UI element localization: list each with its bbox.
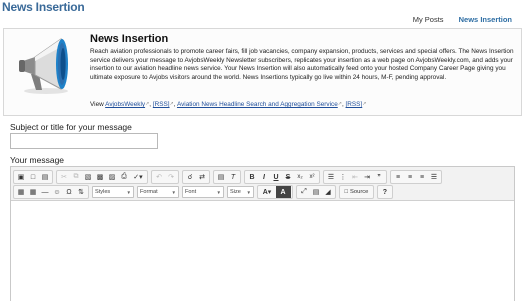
styles-dropdown[interactable]: Styles ▼: [92, 186, 134, 198]
source-icon: □: [344, 189, 349, 195]
page-break-icon[interactable]: ⇅: [76, 186, 87, 198]
page-title: News Insertion: [2, 0, 85, 14]
megaphone-icon: [19, 38, 68, 94]
format-dropdown[interactable]: Format ▼: [137, 186, 179, 198]
justify-icon[interactable]: ☰: [429, 171, 440, 183]
source-group: □ Source: [339, 185, 374, 199]
show-blocks-icon[interactable]: ▤: [311, 186, 322, 198]
aviation-news-link[interactable]: Aviation News Headline Search and Aggreg…: [177, 101, 338, 108]
numbered-list-icon[interactable]: ☰: [326, 171, 337, 183]
clipboard-group: ✂ ⧉ ▧ ▩ ▨ ⎙ ✓▾: [56, 170, 148, 184]
basic-styles-group: B I U S x₂ x²: [244, 170, 320, 184]
about-group: ?: [376, 185, 393, 199]
select-group: ▤ T: [213, 170, 241, 184]
copy-icon[interactable]: ⧉: [71, 171, 82, 183]
paste-icon[interactable]: ▧: [83, 171, 94, 183]
intro-description: Reach aviation professionals to promote …: [90, 48, 514, 82]
redo-icon[interactable]: ↷: [166, 171, 177, 183]
chevron-down-icon: ▼: [171, 189, 176, 195]
align-group: ≡ ≡ ≡ ☰: [390, 170, 442, 184]
source-button-label: Source: [350, 189, 369, 195]
document-group: ▣ □ ▤: [13, 170, 53, 184]
select-all-icon[interactable]: ▤: [216, 171, 227, 183]
paste-text-icon[interactable]: ▩: [95, 171, 106, 183]
preview-icon[interactable]: ▤: [40, 171, 51, 183]
indent-icon[interactable]: ⇥: [362, 171, 373, 183]
outdent-icon[interactable]: ⇤: [350, 171, 361, 183]
superscript-icon[interactable]: x²: [307, 171, 318, 183]
nav-my-posts[interactable]: My Posts: [413, 15, 444, 24]
bulleted-list-icon[interactable]: ⋮: [338, 171, 349, 183]
text-color-icon[interactable]: A▾: [260, 186, 275, 198]
undo-group: ↶ ↷: [151, 170, 179, 184]
source-button[interactable]: □ Source: [342, 186, 372, 198]
nav-news-insertion[interactable]: News Insertion: [459, 15, 512, 24]
remove-format-icon[interactable]: T: [228, 171, 239, 183]
intro-title: News Insertion: [90, 33, 169, 45]
chevron-down-icon: ▼: [126, 189, 131, 195]
special-char-icon[interactable]: Ω: [64, 186, 75, 198]
font-dropdown-label: Font: [185, 189, 197, 195]
paste-word-icon[interactable]: ▨: [107, 171, 118, 183]
top-nav: My Posts News Insertion: [400, 15, 512, 24]
background-color-icon[interactable]: A: [275, 186, 291, 198]
align-left-icon[interactable]: ≡: [393, 171, 404, 183]
paragraph-group: ☰ ⋮ ⇤ ⇥ ”: [323, 170, 387, 184]
print-icon[interactable]: ⎙: [119, 171, 130, 183]
horizontal-rule-icon[interactable]: ―: [40, 186, 51, 198]
subject-input[interactable]: [10, 133, 158, 149]
spellcheck-icon[interactable]: ✓▾: [131, 171, 146, 183]
help-icon[interactable]: ?: [379, 186, 390, 198]
avjobsweekly-link[interactable]: AvjobsWeekly: [105, 101, 145, 108]
aviation-news-rss-link[interactable]: [RSS]: [346, 101, 363, 108]
editor-toolbar: ▣ □ ▤ ✂ ⧉ ▧ ▩ ▨ ⎙ ✓▾ ↶ ↷ ☌ ⇄ ▤ T B I U S…: [11, 167, 514, 201]
new-page-icon[interactable]: □: [28, 171, 39, 183]
undo-icon[interactable]: ↶: [154, 171, 165, 183]
tools-group: ⤢ ▤ ◢: [296, 185, 336, 199]
save-icon[interactable]: ▣: [16, 171, 27, 183]
smiley-icon[interactable]: ☺: [52, 186, 63, 198]
intro-panel: News Insertion Reach aviation profession…: [3, 28, 522, 116]
maximize-icon[interactable]: ⤢: [299, 186, 310, 198]
find-group: ☌ ⇄: [182, 170, 210, 184]
chevron-down-icon: ▼: [216, 189, 221, 195]
message-label: Your message: [10, 155, 65, 165]
colors-group: A▾ A: [257, 185, 293, 199]
strikethrough-icon[interactable]: S: [283, 171, 294, 183]
intro-links: View AvjobsWeekly↗, [RSS]↗, Aviation New…: [90, 101, 366, 108]
italic-icon[interactable]: I: [259, 171, 270, 183]
align-center-icon[interactable]: ≡: [405, 171, 416, 183]
find-icon[interactable]: ☌: [185, 171, 196, 183]
cut-icon[interactable]: ✂: [59, 171, 70, 183]
avjobsweekly-rss-link[interactable]: [RSS]: [153, 101, 170, 108]
table-icon[interactable]: ▦: [28, 186, 39, 198]
font-dropdown[interactable]: Font ▼: [182, 186, 224, 198]
view-prefix: View: [90, 101, 106, 108]
size-dropdown[interactable]: Size ▼: [227, 186, 254, 198]
size-dropdown-label: Size: [230, 189, 241, 195]
resize-icon[interactable]: ◢: [323, 186, 334, 198]
editor-content-area[interactable]: [11, 202, 514, 302]
message-editor: ▣ □ ▤ ✂ ⧉ ▧ ▩ ▨ ⎙ ✓▾ ↶ ↷ ☌ ⇄ ▤ T B I U S…: [10, 166, 515, 302]
external-link-icon: ↗: [362, 101, 367, 107]
replace-icon[interactable]: ⇄: [197, 171, 208, 183]
format-dropdown-label: Format: [140, 189, 158, 195]
blockquote-icon[interactable]: ”: [374, 171, 385, 183]
styles-dropdown-label: Styles: [95, 189, 111, 195]
subscript-icon[interactable]: x₂: [295, 171, 306, 183]
insert-group: ▦ ▦ ― ☺ Ω ⇅: [13, 185, 89, 199]
underline-icon[interactable]: U: [271, 171, 282, 183]
align-right-icon[interactable]: ≡: [417, 171, 428, 183]
subject-label: Subject or title for your message: [10, 122, 132, 132]
chevron-down-icon: ▼: [246, 189, 251, 195]
image-icon[interactable]: ▦: [16, 186, 27, 198]
bold-icon[interactable]: B: [247, 171, 258, 183]
